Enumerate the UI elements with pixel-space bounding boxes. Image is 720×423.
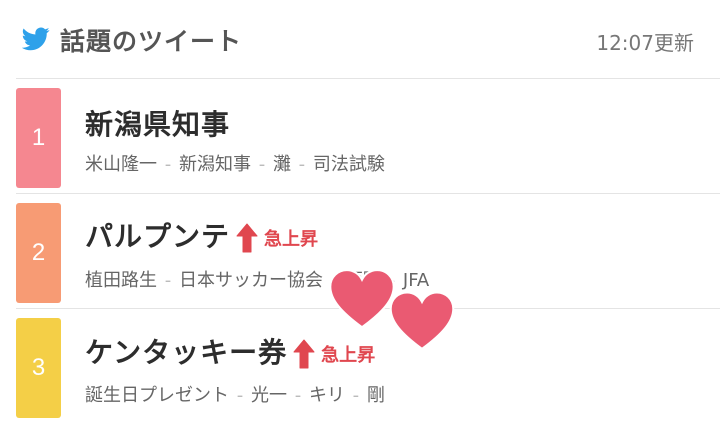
rising-indicator: 急上昇 bbox=[293, 339, 375, 369]
divider bbox=[16, 193, 720, 194]
related-keyword[interactable]: JFA bbox=[403, 270, 429, 291]
rising-label: 急上昇 bbox=[321, 345, 376, 366]
separator: - bbox=[236, 385, 244, 406]
up-arrow-icon bbox=[293, 339, 315, 369]
related-keyword[interactable]: 新潟知事 bbox=[179, 154, 251, 175]
related-keywords: 誕生日プレゼント - 光一 - キリ - 剛 bbox=[85, 381, 385, 407]
related-keyword[interactable]: 剛 bbox=[367, 385, 385, 406]
page-title: 話題のツイート bbox=[60, 27, 243, 56]
trending-header: 話題のツイート 12:07更新 bbox=[0, 0, 720, 78]
rising-label: 急上昇 bbox=[264, 229, 319, 250]
separator: - bbox=[352, 385, 360, 406]
separator: - bbox=[294, 385, 302, 406]
twitter-bird-icon bbox=[22, 27, 50, 51]
separator: - bbox=[298, 154, 306, 175]
rank-number: 1 bbox=[31, 124, 46, 151]
related-keyword[interactable]: 光一 bbox=[251, 385, 287, 406]
divider bbox=[16, 78, 720, 79]
rank-number: 3 bbox=[31, 354, 46, 381]
rank-number: 2 bbox=[31, 239, 46, 266]
related-keyword[interactable]: 司法試験 bbox=[313, 154, 385, 175]
related-keyword[interactable]: 日本サッカー協会 bbox=[179, 270, 323, 291]
separator: - bbox=[258, 154, 266, 175]
rank-badge: 3 bbox=[16, 318, 61, 418]
heart-icon bbox=[329, 269, 395, 329]
rank-badge: 2 bbox=[16, 203, 61, 303]
updated-timestamp: 12:07更新 bbox=[596, 31, 694, 55]
rank-badge: 1 bbox=[16, 88, 61, 188]
heart-icon bbox=[389, 291, 455, 351]
separator: - bbox=[164, 270, 172, 291]
separator: - bbox=[164, 154, 172, 175]
related-keyword[interactable]: 誕生日プレゼント bbox=[85, 385, 229, 406]
related-keywords: 米山隆一 - 新潟知事 - 灘 - 司法試験 bbox=[85, 150, 385, 176]
trend-title[interactable]: ケンタッキー券 急上昇 bbox=[85, 331, 375, 371]
trend-title-text: パルプンテ bbox=[85, 220, 231, 253]
related-keyword[interactable]: 米山隆一 bbox=[85, 154, 157, 175]
trend-title[interactable]: パルプンテ 急上昇 bbox=[85, 215, 318, 255]
trend-title[interactable]: 新潟県知事 bbox=[85, 103, 230, 143]
rising-indicator: 急上昇 bbox=[236, 223, 318, 253]
trend-title-text: 新潟県知事 bbox=[85, 108, 231, 141]
related-keyword[interactable]: 植田路生 bbox=[85, 270, 157, 291]
related-keyword[interactable]: 灘 bbox=[273, 154, 291, 175]
trend-title-text: ケンタッキー券 bbox=[85, 336, 288, 369]
up-arrow-icon bbox=[236, 223, 258, 253]
related-keyword[interactable]: キリ bbox=[309, 385, 345, 406]
